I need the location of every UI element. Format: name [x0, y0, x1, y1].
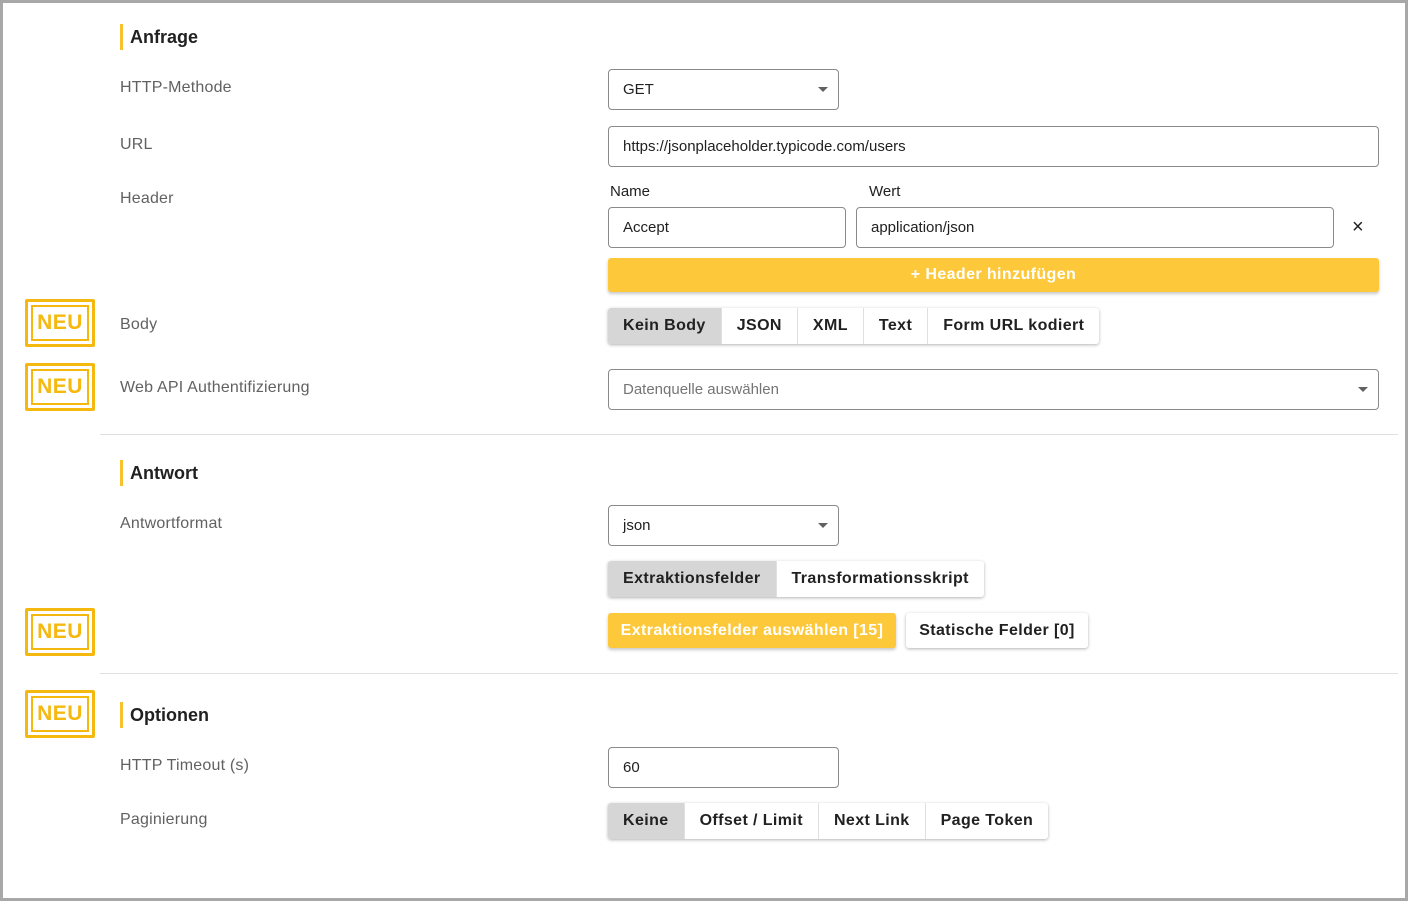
url-input[interactable]: https://jsonplaceholder.typicode.com/use…	[608, 126, 1379, 167]
body-type-toggle: Kein Body JSON XML Text Form URL kodiert	[608, 308, 1100, 344]
section-title-anfrage: Anfrage	[120, 24, 198, 50]
pagination-label: Paginierung	[120, 811, 208, 828]
pagination-option-none[interactable]: Keine	[608, 803, 684, 839]
mode-option-transformation[interactable]: Transformationsskript	[775, 561, 984, 597]
pagination-option-page-token[interactable]: Page Token	[924, 803, 1049, 839]
dropdown-arrow-icon	[818, 523, 828, 528]
body-option-kein-body[interactable]: Kein Body	[608, 308, 721, 344]
http-method-value: GET	[623, 81, 654, 98]
auth-datasource-select[interactable]: Datenquelle auswählen	[608, 369, 1379, 410]
header-value-value: application/json	[871, 219, 975, 236]
new-badge-label: NEU	[31, 614, 89, 650]
header-value-input[interactable]: application/json	[856, 207, 1334, 248]
section-divider	[100, 434, 1398, 435]
body-option-form-url[interactable]: Form URL kodiert	[927, 308, 1099, 344]
new-badge-label: NEU	[31, 369, 89, 405]
section-title-antwort: Antwort	[120, 460, 198, 486]
http-method-label: HTTP-Methode	[120, 79, 232, 96]
header-value-column-label: Wert	[869, 183, 901, 200]
section-title-optionen: Optionen	[120, 702, 209, 728]
http-method-select[interactable]: GET	[608, 69, 839, 110]
url-label: URL	[120, 136, 153, 153]
body-label: Body	[120, 316, 158, 333]
new-badge-body: NEU	[25, 299, 95, 347]
mode-option-extraction[interactable]: Extraktionsfelder	[608, 561, 776, 597]
new-badge-options: NEU	[25, 690, 95, 738]
new-badge-label: NEU	[31, 696, 89, 732]
body-option-text[interactable]: Text	[862, 308, 927, 344]
pagination-option-offset-limit[interactable]: Offset / Limit	[683, 803, 818, 839]
body-option-json[interactable]: JSON	[720, 308, 797, 344]
timeout-value: 60	[623, 759, 640, 776]
header-name-column-label: Name	[610, 183, 651, 200]
new-badge-auth: NEU	[25, 363, 95, 411]
select-extraction-fields-button[interactable]: Extraktionsfelder auswählen [15]	[608, 613, 896, 648]
dropdown-arrow-icon	[818, 87, 828, 92]
close-icon[interactable]: ×	[1352, 217, 1364, 237]
auth-placeholder: Datenquelle auswählen	[623, 381, 779, 398]
response-format-label: Antwortformat	[120, 515, 223, 532]
body-option-xml[interactable]: XML	[796, 308, 863, 344]
pagination-toggle: Keine Offset / Limit Next Link Page Toke…	[608, 803, 1049, 839]
dropdown-arrow-icon	[1358, 387, 1368, 392]
response-mode-toggle: Extraktionsfelder Transformationsskript	[608, 561, 984, 597]
new-badge-label: NEU	[31, 305, 89, 341]
section-divider	[100, 673, 1398, 674]
add-header-button[interactable]: + Header hinzufügen	[608, 258, 1379, 292]
response-format-select[interactable]: json	[608, 505, 839, 546]
new-badge-extraction: NEU	[25, 608, 95, 656]
timeout-input[interactable]: 60	[608, 747, 839, 788]
response-format-value: json	[623, 517, 651, 534]
timeout-label: HTTP Timeout (s)	[120, 757, 250, 774]
auth-label: Web API Authentifizierung	[120, 379, 310, 396]
pagination-option-next-link[interactable]: Next Link	[817, 803, 925, 839]
header-label: Header	[120, 190, 174, 207]
static-fields-button[interactable]: Statische Felder [0]	[906, 613, 1088, 648]
header-name-input[interactable]: Accept	[608, 207, 846, 248]
header-name-value: Accept	[623, 219, 669, 236]
url-value: https://jsonplaceholder.typicode.com/use…	[623, 138, 906, 155]
